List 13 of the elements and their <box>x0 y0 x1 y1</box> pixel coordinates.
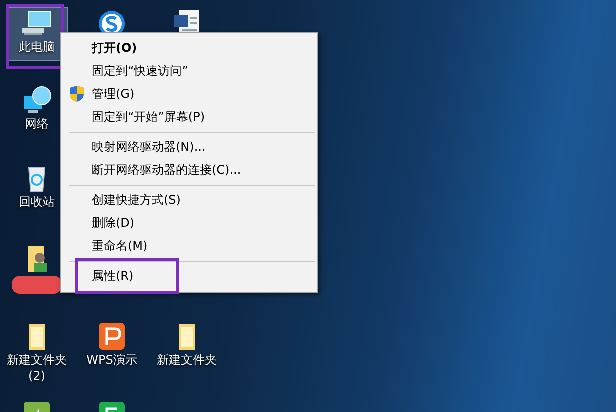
desktop-icon-label[interactable]: WPS演示 <box>80 352 144 368</box>
menu-item[interactable]: 删除(D) <box>92 215 135 232</box>
menu-item[interactable]: 属性(R) <box>92 268 134 285</box>
menu-item[interactable]: 固定到“开始”屏幕(P) <box>92 109 206 126</box>
menu-item[interactable]: 断开网络驱动器的连接(C)... <box>92 162 242 179</box>
menu-item[interactable]: 管理(G) <box>92 86 135 103</box>
menu-item[interactable]: 重命名(M) <box>92 238 148 255</box>
desktop-icon-label[interactable]: 新建文件夹 (2) <box>5 352 69 384</box>
menu-item[interactable]: 映射网络驱动器(N)... <box>92 139 206 156</box>
desktop-icon-label[interactable]: 新建文件夹 <box>155 352 219 368</box>
menu-item[interactable]: 固定到“快速访问” <box>92 63 188 80</box>
menu-item[interactable]: 创建快捷方式(S) <box>92 192 181 209</box>
menu-item[interactable]: 打开(O) <box>92 40 138 57</box>
